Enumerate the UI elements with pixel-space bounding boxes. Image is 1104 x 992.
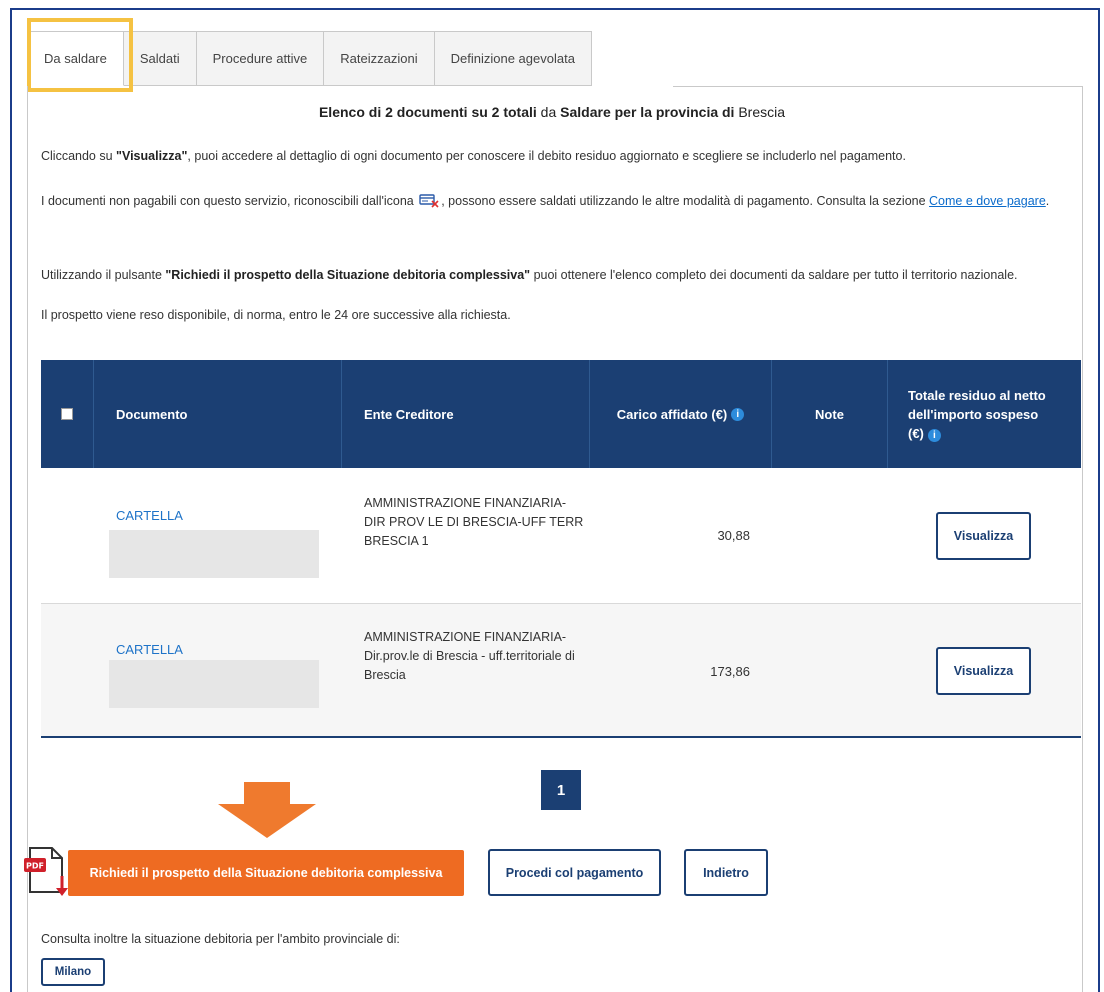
header-totale-residuo[interactable]: Totale residuo al netto dell'importo sos… xyxy=(888,360,1081,468)
not-payable-icon xyxy=(419,194,439,208)
heading-count: Elenco di 2 documenti su 2 totali xyxy=(318,104,537,120)
pdf-label: PDF xyxy=(26,862,44,871)
tab-bar: Da saldare Saldati Procedure attive Rate… xyxy=(27,31,592,86)
intro-paragraph-1: Cliccando su "Visualizza", puoi accedere… xyxy=(41,149,906,163)
intro-paragraph-3: Utilizzando il pulsante "Richiedi il pro… xyxy=(41,268,1018,282)
action-cell: Visualizza xyxy=(888,468,1081,603)
tab-rateizzazioni[interactable]: Rateizzazioni xyxy=(324,31,435,86)
visualizza-button[interactable]: Visualizza xyxy=(936,647,1031,695)
carico-cell: 30,88 xyxy=(717,528,750,543)
redacted-document-number xyxy=(109,530,319,578)
consult-text: Consulta inoltre la situazione debitoria… xyxy=(41,932,400,946)
header-note: Note xyxy=(772,360,888,468)
info-icon[interactable]: i xyxy=(927,428,941,442)
tab-procedure-attive[interactable]: Procedure attive xyxy=(196,31,325,86)
heading-province: Brescia xyxy=(734,104,786,120)
table-row: CARTELLA AMMINISTRAZIONE FINANZIARIA- Di… xyxy=(41,604,1081,738)
heading-da: da xyxy=(536,104,561,120)
ente-cell: AMMINISTRAZIONE FINANZIARIA- Dir.prov.le… xyxy=(364,630,575,682)
pagination-page-1[interactable]: 1 xyxy=(541,770,581,810)
documento-link[interactable]: CARTELLA xyxy=(116,508,183,523)
note-cell xyxy=(772,604,888,736)
tab-da-saldare[interactable]: Da saldare xyxy=(27,31,124,86)
carico-cell: 173,86 xyxy=(710,664,750,679)
procedi-pagamento-button[interactable]: Procedi col pagamento xyxy=(488,849,661,896)
header-documento[interactable]: Documento xyxy=(94,360,342,468)
heading-saldare: Saldare per la provincia di xyxy=(560,104,735,120)
table-header: Documento Ente Creditore Carico affidato… xyxy=(41,360,1081,468)
note-cell xyxy=(772,468,888,603)
intro-paragraph-4: Il prospetto viene reso disponibile, di … xyxy=(41,308,511,322)
richiedi-prospetto-button[interactable]: Richiedi il prospetto della Situazione d… xyxy=(68,850,464,896)
tab-definizione-agevolata[interactable]: Definizione agevolata xyxy=(434,31,592,86)
page-heading: Elenco di 2 documenti su 2 totali da Sal… xyxy=(0,104,1104,120)
select-all-checkbox[interactable] xyxy=(61,408,73,420)
tab-saldati[interactable]: Saldati xyxy=(123,31,197,86)
intro-paragraph-2: I documenti non pagabili con questo serv… xyxy=(41,194,1050,208)
documento-cell: CARTELLA xyxy=(41,468,342,603)
come-e-dove-pagare-link[interactable]: Come e dove pagare xyxy=(929,194,1046,208)
indietro-button[interactable]: Indietro xyxy=(684,849,768,896)
select-all-cell xyxy=(41,360,94,468)
pdf-icon: PDF xyxy=(24,847,68,896)
header-carico-affidato[interactable]: Carico affidato (€) i xyxy=(590,360,772,468)
action-cell: Visualizza xyxy=(888,604,1081,736)
milano-button[interactable]: Milano xyxy=(41,958,105,986)
documento-cell: CARTELLA xyxy=(41,604,342,736)
ente-cell: AMMINISTRAZIONE FINANZIARIA- DIR PROV LE… xyxy=(364,496,584,548)
table-row: CARTELLA AMMINISTRAZIONE FINANZIARIA- DI… xyxy=(41,468,1081,604)
header-ente-creditore[interactable]: Ente Creditore xyxy=(342,360,590,468)
arrow-down-icon xyxy=(218,782,316,838)
info-icon[interactable]: i xyxy=(731,407,745,421)
redacted-document-number xyxy=(109,660,319,708)
visualizza-button[interactable]: Visualizza xyxy=(936,512,1031,560)
documento-link[interactable]: CARTELLA xyxy=(116,642,183,657)
